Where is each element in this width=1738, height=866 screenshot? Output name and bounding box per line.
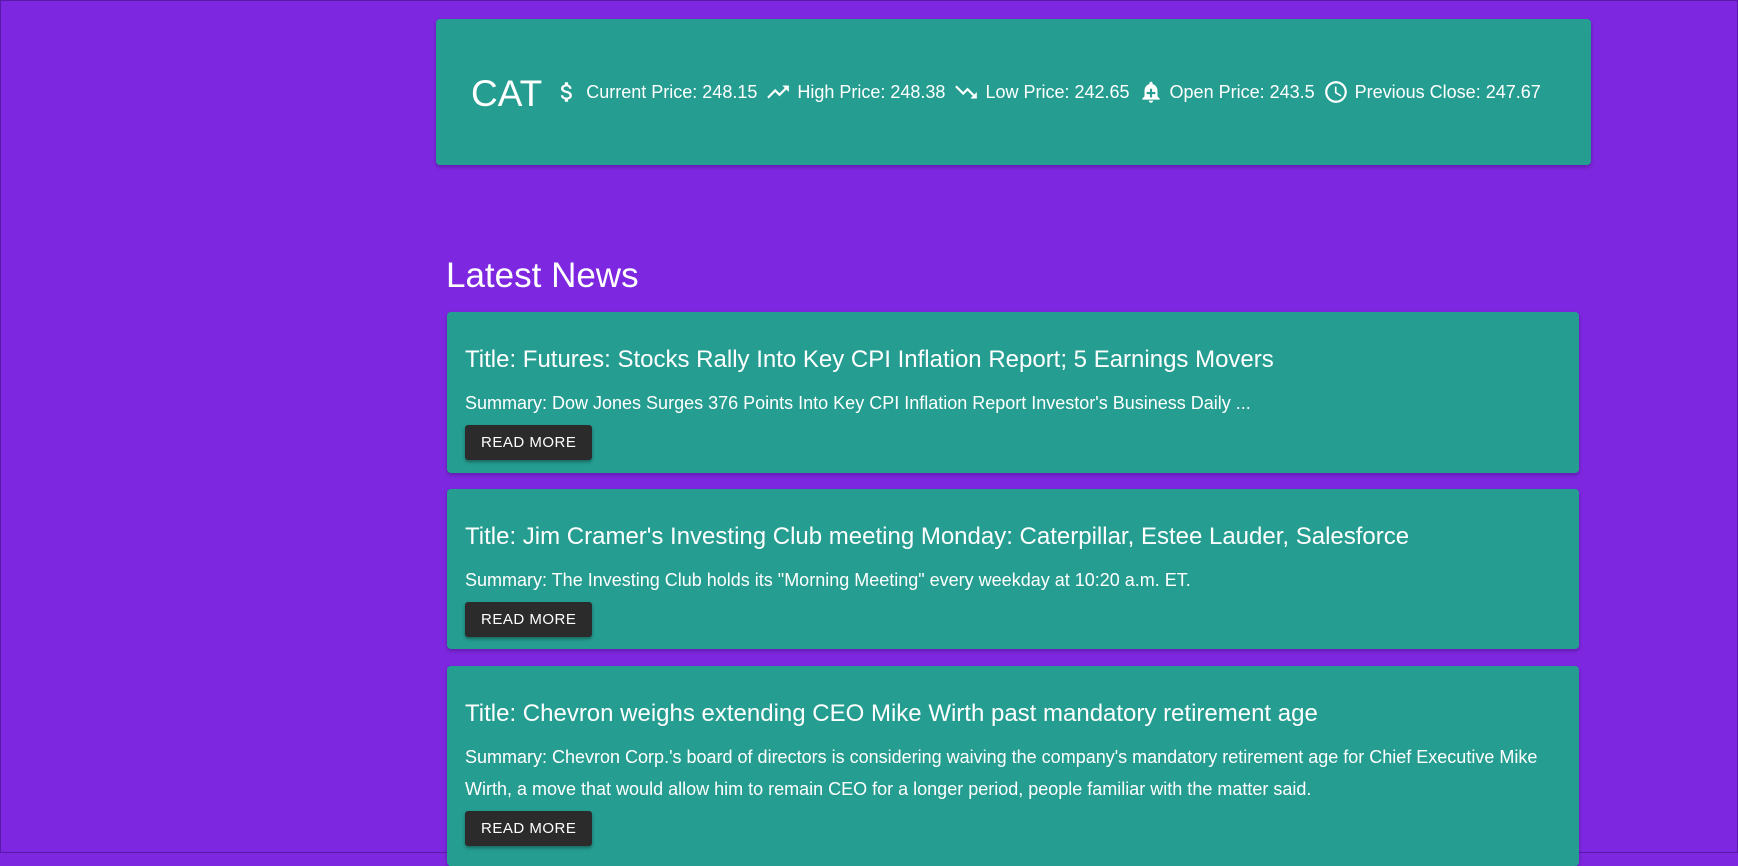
news-card: Title: Jim Cramer's Investing Club meeti…: [447, 489, 1579, 649]
open-price-label: Open Price: 243.5: [1169, 81, 1315, 102]
current-price-stat: Current Price: 248.15: [554, 79, 757, 105]
news-title: Title: Chevron weighs extending CEO Mike…: [465, 700, 1318, 727]
read-more-button[interactable]: READ MORE: [465, 811, 593, 846]
dollar-icon: [554, 79, 580, 105]
stock-quote-card: CAT Current Price: 248.15 High Price: 24…: [436, 19, 1591, 165]
low-price-label: Low Price: 242.65: [985, 81, 1130, 102]
current-price-label: Current Price: 248.15: [586, 81, 758, 102]
news-title: Title: Jim Cramer's Investing Club meeti…: [465, 523, 1410, 550]
stock-ticker: CAT: [471, 73, 543, 114]
open-price-stat: Open Price: 243.5: [1138, 79, 1315, 105]
news-summary: Summary: The Investing Club holds its "M…: [465, 570, 1191, 590]
news-summary: Summary: Dow Jones Surges 376 Points Int…: [465, 393, 1251, 413]
news-card: Title: Futures: Stocks Rally Into Key CP…: [447, 312, 1579, 473]
news-card: Title: Chevron weighs extending CEO Mike…: [447, 666, 1579, 866]
trending-up-icon: [765, 79, 791, 105]
low-price-stat: Low Price: 242.65: [953, 79, 1130, 105]
read-more-button[interactable]: READ MORE: [465, 602, 593, 637]
news-title: Title: Futures: Stocks Rally Into Key CP…: [465, 346, 1274, 373]
high-price-label: High Price: 248.38: [797, 81, 946, 102]
clock-icon: [1323, 79, 1349, 105]
news-summary: Summary: Chevron Corp.'s board of direct…: [465, 747, 1538, 799]
latest-news-heading: Latest News: [446, 256, 639, 295]
previous-close-stat: Previous Close: 247.67: [1323, 79, 1541, 105]
trending-down-icon: [953, 79, 979, 105]
high-price-stat: High Price: 248.38: [765, 79, 945, 105]
read-more-button[interactable]: READ MORE: [465, 425, 593, 460]
bell-plus-icon: [1138, 79, 1164, 105]
previous-close-label: Previous Close: 247.67: [1354, 81, 1541, 102]
